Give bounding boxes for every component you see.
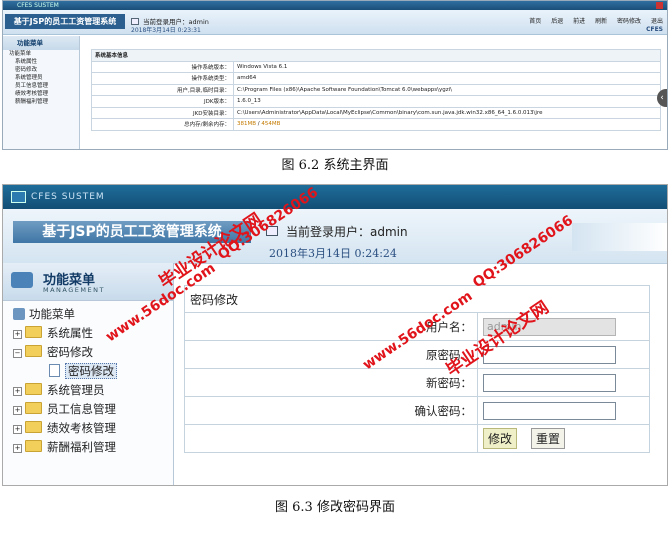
system-title: 基于JSP的员工工资管理系统 — [13, 221, 251, 243]
folder-icon — [25, 326, 42, 338]
confirm-password-label: 确认密码： — [184, 396, 478, 425]
menu-item-performance[interactable]: 绩效考核管理 — [3, 90, 79, 98]
nav-home[interactable]: 首页 — [529, 18, 541, 25]
menu-root[interactable]: 功能菜单 — [3, 50, 79, 58]
table-row: 操作系统类型： amd64 — [91, 72, 661, 85]
header-banner: 基于JSP的员工工资管理系统 当前登录用户：admin 2018年3月14日 0… — [3, 209, 667, 264]
banner-decoration — [572, 223, 667, 251]
system-info-panel: 系统基本信息 操作系统版本： Windows Vista 6.1 操作系统类型： a… — [91, 49, 661, 131]
menu-header: 功能菜单 MANAGEMENT — [3, 263, 173, 301]
info-title: 系统基本信息 — [91, 49, 661, 62]
folder-icon — [25, 383, 42, 395]
menu-subitem-change-password[interactable]: 密码修改 — [13, 362, 173, 381]
old-password-field[interactable] — [483, 345, 616, 364]
system-title: 基于JSP的员工工资管理系统 — [5, 14, 125, 29]
new-password-label: 新密码： — [184, 368, 478, 397]
monitor-icon — [11, 191, 26, 203]
form-table: 密码修改 用户名： admin 原密码： 新密码： 确认密码： 修改 重置 — [184, 285, 650, 453]
expand-icon: + — [13, 444, 22, 453]
window-titlebar: CFES SUSTEM — [3, 185, 667, 209]
system-info-table: 系统基本信息 操作系统版本： Windows Vista 6.1 操作系统类型： a… — [91, 49, 661, 131]
folder-icon — [25, 440, 42, 452]
change-password-form: 密码修改 用户名： admin 原密码： 新密码： 确认密码： 修改 重置 — [184, 285, 650, 453]
menu-root-icon — [13, 308, 25, 320]
figure-caption-6-2: 图 6.2 系统主界面 — [281, 158, 389, 173]
expand-icon: + — [13, 425, 22, 434]
confirm-password-field[interactable] — [483, 401, 616, 420]
table-row: 操作系统版本： Windows Vista 6.1 — [91, 60, 661, 73]
expand-icon: + — [13, 406, 22, 415]
username-label: 用户名： — [184, 312, 478, 341]
nav-back[interactable]: 后退 — [551, 18, 563, 25]
main-interface-screenshot: CFES SUSTEM 基于JSP的员工工资管理系统 当前登录用户：admin … — [2, 0, 668, 150]
menu-item-change-password[interactable]: 密码修改 — [3, 66, 79, 74]
menu-item-compensation[interactable]: + 薪酬福利管理 — [13, 438, 173, 457]
table-row: JKD安装目录： C:\Users\Administrator\AppData\L… — [91, 106, 661, 119]
nav-refresh[interactable]: 刷新 — [595, 18, 607, 25]
user-icon — [131, 18, 139, 25]
nav-forward[interactable]: 前进 — [573, 18, 585, 25]
menu-item-system-properties[interactable]: + 系统属性 — [13, 324, 173, 343]
menu-item-system-properties[interactable]: 系统属性 — [3, 58, 79, 66]
old-password-label: 原密码： — [184, 340, 478, 369]
reset-button[interactable]: 重置 — [531, 428, 566, 449]
memory-free: 454MB — [261, 121, 281, 128]
folder-icon — [25, 402, 42, 414]
user-icon — [266, 226, 278, 236]
figure-caption-6-3: 图 6.3 修改密码界面 — [275, 500, 395, 515]
menu-item-system-admin[interactable]: + 系统管理员 — [13, 381, 173, 400]
nav-change-password[interactable]: 密码修改 — [617, 18, 641, 25]
sidebar: 功能菜单 MANAGEMENT 功能菜单 + 系统属性 − 密码修改 密码修改 + 系… — [3, 263, 174, 485]
table-row: 用户,目录,临时目录： C:\Program Files (x86)\Apache… — [91, 83, 661, 96]
window-title: CFES SUSTEM — [17, 2, 59, 9]
table-row: JDK版本： 1.6.0_13 — [91, 95, 661, 108]
document-icon — [49, 364, 60, 377]
change-password-screenshot: CFES SUSTEM 基于JSP的员工工资管理系统 当前登录用户：admin … — [2, 184, 668, 486]
folder-open-icon — [25, 345, 42, 357]
datetime: 2018年3月14日 0:23:31 — [131, 27, 201, 34]
username-field: admin — [483, 317, 616, 336]
menu-item-system-admin[interactable]: 系统管理员 — [3, 74, 79, 82]
window-titlebar: CFES SUSTEM — [3, 1, 667, 10]
collapse-icon: − — [13, 349, 22, 358]
menu-item-employee-info[interactable]: 员工信息管理 — [3, 82, 79, 90]
brand-label: CFES — [646, 26, 663, 33]
menu-header: 功能菜单 — [3, 36, 79, 50]
close-icon[interactable] — [656, 2, 663, 9]
menu-item-employee-info[interactable]: + 员工信息管理 — [13, 400, 173, 419]
menu-root[interactable]: 功能菜单 — [13, 305, 173, 324]
table-row: 总内存/剩余内存： 381MB / 454MB — [91, 118, 661, 131]
datetime: 2018年3月14日 0:24:24 — [269, 247, 397, 260]
form-title: 密码修改 — [184, 285, 650, 313]
header-banner: 基于JSP的员工工资管理系统 当前登录用户：admin 首页 后退 前进 刷新 … — [3, 10, 667, 35]
memory-total: 381MB — [237, 121, 257, 128]
sidebar: 功能菜单 功能菜单 系统属性 密码修改 系统管理员 员工信息管理 绩效考核管理 … — [3, 36, 80, 149]
folder-icon — [25, 421, 42, 433]
menu-item-change-password[interactable]: − 密码修改 — [13, 343, 173, 362]
modify-button[interactable]: 修改 — [483, 428, 518, 449]
window-title: CFES SUSTEM — [31, 192, 105, 202]
nav-logout[interactable]: 退出 — [651, 18, 663, 25]
top-nav: 首页 后退 前进 刷新 密码修改 退出 — [521, 16, 663, 25]
menu-item-compensation[interactable]: 薪酬福利管理 — [3, 98, 79, 106]
expand-icon: + — [13, 387, 22, 396]
current-user: 当前登录用户：admin — [266, 223, 408, 240]
new-password-field[interactable] — [483, 373, 616, 392]
menu-icon — [11, 272, 33, 288]
menu-item-performance[interactable]: + 绩效考核管理 — [13, 419, 173, 438]
expand-icon: + — [13, 330, 22, 339]
